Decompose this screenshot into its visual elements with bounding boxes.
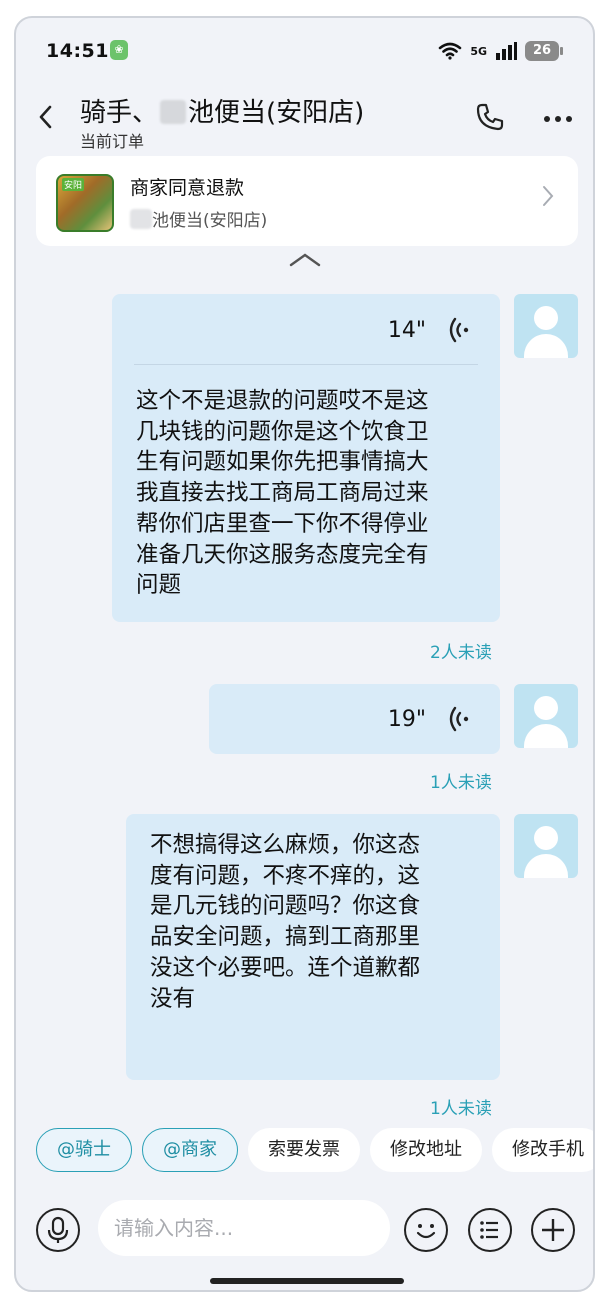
- read-status: 2人未读: [430, 643, 492, 663]
- quick-phrases-button[interactable]: [468, 1208, 512, 1252]
- phone-screen: 14:51 ❀ 5G 26 骑手、 池便当(安阳店) 当前订单 安阳 商家同意退…: [14, 16, 595, 1292]
- chat-title-suffix: 池便当(安阳店): [188, 98, 365, 128]
- network-type: 5G: [470, 44, 487, 58]
- chevron-right-icon: [542, 184, 554, 215]
- quick-reply-bar: @骑士 @商家 索要发票 修改地址 修改手机: [36, 1128, 593, 1174]
- user-avatar[interactable]: [514, 294, 578, 358]
- order-thumbnail: 安阳: [56, 174, 114, 232]
- read-status: 1人未读: [430, 1099, 492, 1119]
- signal-icon: [496, 42, 517, 60]
- redacted-mark: [130, 209, 152, 229]
- bubble-divider: [134, 364, 478, 365]
- status-bar: 14:51 ❀ 5G 26: [16, 18, 593, 84]
- status-time: 14:51: [46, 40, 109, 62]
- user-avatar[interactable]: [514, 814, 578, 878]
- list-icon: [480, 1221, 498, 1239]
- chip-change-phone[interactable]: 修改手机: [492, 1128, 593, 1172]
- thumbnail-tag: 安阳: [62, 178, 85, 191]
- chat-title-prefix: 骑手、: [80, 98, 159, 128]
- voice-message-bubble[interactable]: 14" 这个不是退款的问题哎不是这 几块钱的问题你是这个饮食卫 生有问题如果你先…: [112, 294, 500, 622]
- chip-mention-rider[interactable]: @骑士: [36, 1128, 132, 1172]
- order-status: 商家同意退款: [130, 177, 245, 199]
- current-order-card[interactable]: 安阳 商家同意退款 池便当(安阳店): [36, 156, 578, 246]
- microphone-icon: [47, 1216, 69, 1243]
- order-shop-name: 池便当(安阳店): [130, 206, 267, 231]
- chat-title: 骑手、 池便当(安阳店): [80, 92, 364, 129]
- voice-wave-icon: [449, 317, 469, 343]
- chat-header: 骑手、 池便当(安阳店) 当前订单: [16, 84, 593, 154]
- voice-duration: 19": [387, 706, 426, 732]
- voice-input-button[interactable]: [36, 1208, 80, 1252]
- status-right: 5G 26: [438, 40, 563, 62]
- shop-name-text: 池便当(安阳店): [152, 211, 268, 231]
- chat-subtitle: 当前订单: [80, 132, 145, 151]
- chip-change-address[interactable]: 修改地址: [370, 1128, 482, 1172]
- chevron-left-icon: [39, 105, 52, 129]
- more-dots-icon: [544, 116, 572, 122]
- home-indicator[interactable]: [210, 1278, 404, 1284]
- battery-level: 26: [525, 41, 563, 61]
- wifi-icon: [439, 42, 462, 60]
- transcribed-text: 这个不是退款的问题哎不是这 几块钱的问题你是这个饮食卫 生有问题如果你先把事情搞…: [136, 388, 429, 599]
- voice-wave-icon: [449, 706, 469, 732]
- text-message-bubble[interactable]: 不想搞得这么麻烦，你这态 度有问题，不疼不痒的，这 是几元钱的问题吗？你这食 品…: [126, 814, 500, 1080]
- more-actions-button[interactable]: [531, 1208, 575, 1252]
- emoji-button[interactable]: [404, 1208, 448, 1252]
- back-button[interactable]: [36, 102, 54, 140]
- message-text: 不想搞得这么麻烦，你这态 度有问题，不疼不痒的，这 是几元钱的问题吗？你这食 品…: [150, 832, 421, 1012]
- more-button[interactable]: [543, 110, 573, 123]
- redacted-mark: [160, 100, 187, 124]
- phone-icon: [476, 103, 504, 131]
- voice-row: 14": [388, 310, 474, 350]
- plus-icon: [542, 1219, 564, 1241]
- user-avatar[interactable]: [514, 684, 578, 748]
- read-status: 1人未读: [430, 773, 492, 793]
- voice-message-bubble[interactable]: 19": [209, 684, 500, 754]
- smiley-icon: [416, 1224, 436, 1239]
- collapse-arrow-icon[interactable]: [288, 252, 322, 268]
- message-input[interactable]: [98, 1200, 390, 1256]
- input-bar: [16, 1186, 593, 1290]
- app-notification-icon: ❀: [110, 40, 128, 60]
- chip-request-invoice[interactable]: 索要发票: [248, 1128, 360, 1172]
- chip-mention-merchant[interactable]: @商家: [142, 1128, 238, 1172]
- voice-duration: 14": [387, 317, 426, 343]
- call-button[interactable]: [473, 100, 507, 134]
- voice-row: 19": [388, 699, 474, 739]
